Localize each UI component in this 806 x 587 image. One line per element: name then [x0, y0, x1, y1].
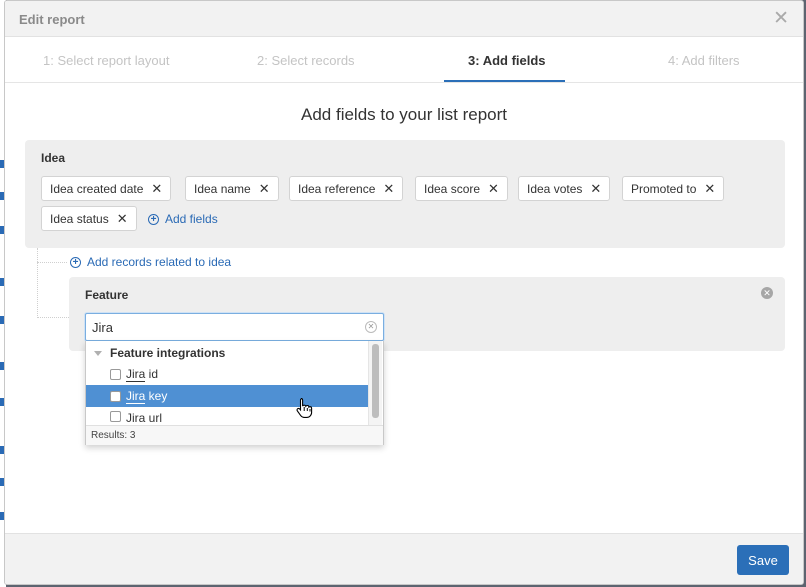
add-fields-button[interactable]: + Add fields [148, 212, 218, 226]
remove-record-icon[interactable]: ✕ [761, 287, 773, 299]
remove-field-icon[interactable]: ✕ [117, 211, 128, 227]
modal-header: Edit report ✕ [5, 1, 803, 37]
field-chip-label: Idea created date [50, 181, 144, 196]
group-label: Feature integrations [110, 346, 226, 360]
dropdown-group-header[interactable]: Feature integrations [94, 346, 225, 360]
field-chip: Promoted to ✕ [622, 176, 725, 201]
field-chip-label: Idea name [194, 181, 251, 196]
tab-select-records[interactable]: 2: Select records [257, 53, 355, 68]
add-related-records-label: Add records related to idea [87, 255, 232, 269]
field-chip: Idea reference ✕ [289, 176, 404, 201]
field-dropdown: Feature integrations Jira id Jira key Ji… [85, 341, 384, 445]
save-button[interactable]: Save [737, 545, 789, 575]
modal-title: Edit report [19, 12, 85, 27]
option-checkbox[interactable] [110, 411, 121, 422]
remove-field-icon[interactable]: ✕ [259, 181, 270, 197]
page-heading: Add fields to your list report [301, 105, 507, 124]
field-chip: Idea status ✕ [41, 206, 137, 231]
remove-field-icon[interactable]: ✕ [590, 181, 601, 197]
tab-add-fields[interactable]: 3: Add fields [468, 53, 546, 68]
plus-circle-icon: + [70, 256, 81, 268]
option-checkbox[interactable] [110, 368, 121, 380]
field-chip: Idea created date ✕ [41, 176, 172, 201]
plus-circle-icon: + [148, 213, 159, 225]
results-count: Results: 3 [86, 425, 383, 445]
close-icon[interactable]: ✕ [773, 8, 789, 30]
remove-field-icon[interactable]: ✕ [151, 181, 162, 197]
field-search-input[interactable] [86, 314, 352, 340]
hand-pointer-icon [296, 397, 313, 418]
field-search-box: ✕ [85, 313, 384, 341]
field-chip-label: Idea reference [298, 181, 376, 196]
option-match-text: Jira [126, 411, 146, 425]
tree-connector [37, 262, 67, 263]
remove-field-icon[interactable]: ✕ [383, 181, 394, 197]
field-chip-label: Idea votes [527, 181, 583, 196]
remove-field-icon[interactable]: ✕ [704, 181, 715, 197]
caret-down-icon [94, 350, 102, 356]
add-related-records-button[interactable]: + Add records related to idea [70, 255, 231, 269]
field-chip-label: Promoted to [631, 181, 697, 196]
tab-select-report-layout[interactable]: 1: Select report layout [43, 53, 169, 68]
tree-connector [37, 248, 38, 318]
dropdown-scrollbar[interactable] [368, 341, 382, 425]
option-checkbox[interactable] [110, 390, 121, 402]
option-match-text: Jira [126, 366, 146, 382]
feature-panel-label: Feature [85, 288, 129, 302]
modal-footer: Save [5, 533, 803, 584]
option-rest-text: url [145, 411, 163, 425]
dropdown-option-jira-key[interactable]: Jira key [86, 385, 370, 407]
active-tab-indicator [444, 80, 565, 82]
add-fields-label: Add fields [165, 212, 218, 226]
edit-report-modal: Edit report ✕ 1: Select report layout 2:… [4, 0, 804, 585]
option-rest-text: id [145, 367, 159, 381]
option-match-text: Jira [126, 388, 146, 404]
field-chip: Idea name ✕ [185, 176, 279, 201]
field-chip-label: Idea score [424, 181, 481, 196]
scrollbar-thumb[interactable] [372, 344, 379, 418]
tab-add-filters[interactable]: 4: Add filters [668, 53, 740, 68]
dropdown-option-jira-id[interactable]: Jira id [86, 363, 370, 385]
remove-field-icon[interactable]: ✕ [488, 181, 499, 197]
option-rest-text: key [145, 389, 168, 403]
field-chip-label: Idea status [50, 211, 109, 226]
clear-search-icon[interactable]: ✕ [365, 321, 377, 333]
dropdown-option-jira-url[interactable]: Jira url [86, 407, 370, 425]
idea-panel-label: Idea [41, 151, 66, 165]
field-chip: Idea score ✕ [415, 176, 508, 201]
wizard-tabs: 1: Select report layout 2: Select record… [5, 37, 803, 83]
idea-fields-panel: Idea Idea created date ✕ Idea name ✕ Ide… [25, 140, 785, 248]
field-chip: Idea votes ✕ [518, 176, 611, 201]
tree-connector [37, 317, 69, 318]
